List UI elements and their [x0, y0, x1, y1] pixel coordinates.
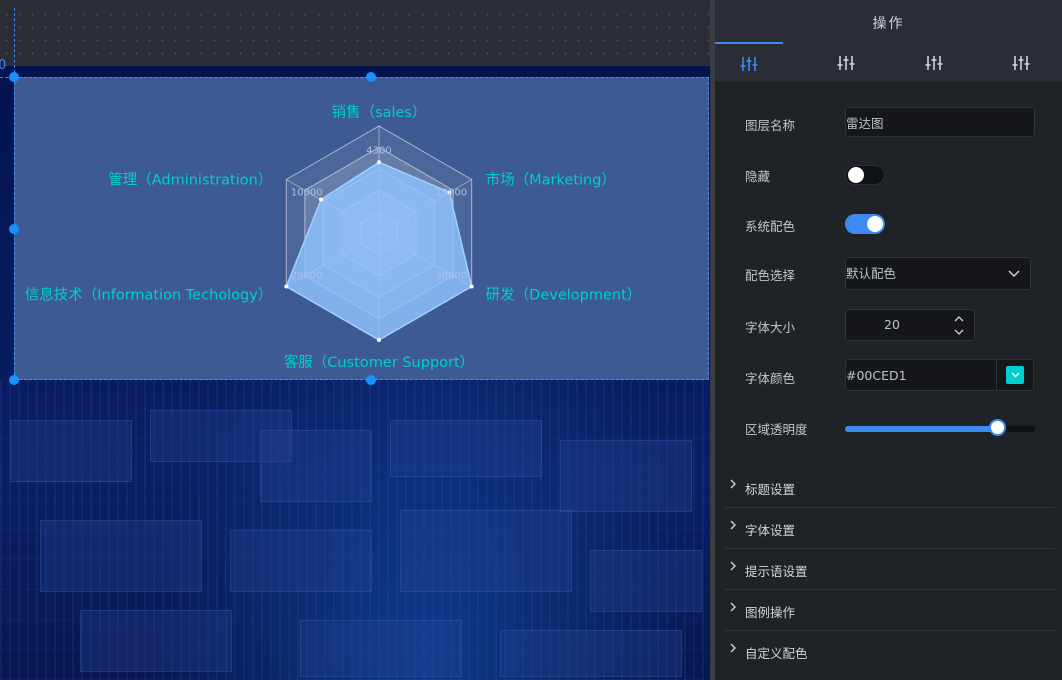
section-title-settings-label: 标题设置: [745, 482, 796, 497]
radar-chart: 4300 19000 38000 28000 10000 销售（sales） 市场（Mark…: [25, 104, 642, 371]
chevron-down-icon: [1011, 372, 1019, 378]
chevron-right-icon: [730, 602, 736, 612]
section-title-settings[interactable]: 标题设置: [725, 466, 1055, 508]
section-legend-settings[interactable]: 图例操作: [725, 589, 1055, 631]
sliders-icon: [740, 57, 758, 71]
resize-handle-top-left[interactable]: [9, 72, 19, 82]
section-legend-settings-label: 图例操作: [745, 605, 796, 620]
area-opacity-slider-fill: [845, 426, 997, 432]
radar-tick-label: 38000: [435, 271, 467, 282]
radar-tick-label: 4300: [366, 146, 391, 157]
system-color-toggle-knob: [867, 216, 883, 232]
font-size-value: 20: [884, 317, 900, 332]
radar-indicator-label: 信息技术（Information Techology）: [25, 287, 273, 304]
hide-toggle[interactable]: [845, 165, 885, 185]
resize-handle-bottom-left[interactable]: [9, 375, 19, 385]
color-scheme-select[interactable]: 默认配色: [845, 257, 1031, 290]
ruler-number: 0: [0, 58, 7, 73]
color-scheme-label: 配色选择: [745, 268, 796, 283]
section-custom-colors-label: 自定义配色: [745, 646, 808, 661]
layer-name-input[interactable]: [845, 107, 1035, 137]
font-size-stepper[interactable]: 20: [845, 309, 975, 341]
tab-4[interactable]: [987, 44, 1055, 82]
chevron-down-icon[interactable]: [954, 329, 964, 335]
font-color-label: 字体颜色: [745, 371, 796, 386]
chevron-right-icon: [730, 479, 736, 489]
radar-tick-label: 19000: [435, 187, 467, 198]
chevron-down-icon: [1008, 270, 1020, 278]
tab-2[interactable]: [812, 44, 880, 82]
hide-label: 隐藏: [745, 169, 771, 184]
font-size-label: 字体大小: [745, 320, 796, 335]
area-opacity-label: 区域透明度: [745, 422, 808, 437]
panel-tabs: [715, 42, 1062, 84]
chevron-right-icon: [730, 520, 736, 530]
tab-3[interactable]: [900, 44, 968, 82]
resize-handle-bottom-center[interactable]: [366, 375, 376, 385]
area-opacity-slider-handle[interactable]: [989, 419, 1006, 436]
editor-canvas[interactable]: 0 4300 19000 38000 28000 10000 销售（sales） 市场（Ma…: [0, 0, 710, 680]
section-tooltip-settings[interactable]: 提示语设置: [725, 548, 1055, 590]
vertical-guide-line: [14, 8, 15, 78]
radar-indicator-label: 销售（sales）: [332, 104, 427, 121]
properties-panel: 操作 图层名称 隐藏 系统配色 配色选择 默认配色 字体大小 20: [715, 0, 1062, 680]
section-font-settings[interactable]: 字体设置: [725, 507, 1055, 549]
sliders-icon: [1012, 56, 1030, 70]
color-swatch: [1006, 366, 1024, 384]
radar-indicator-label: 研发（Development）: [486, 287, 642, 304]
panel-title: 操作: [715, 0, 1062, 44]
radar-data-point: [284, 284, 289, 289]
chevron-right-icon: [730, 643, 736, 653]
radar-tick-label: 10000: [291, 187, 323, 198]
hide-toggle-knob: [848, 167, 864, 183]
sliders-icon: [837, 56, 855, 70]
chevron-right-icon: [730, 561, 736, 571]
sliders-icon: [925, 56, 943, 70]
tab-1[interactable]: [715, 42, 783, 84]
section-tooltip-settings-label: 提示语设置: [745, 564, 808, 579]
radar-indicator-label: 市场（Marketing）: [486, 172, 616, 189]
section-custom-colors[interactable]: 自定义配色: [725, 630, 1055, 671]
chevron-up-icon[interactable]: [954, 316, 964, 322]
layer-name-label: 图层名称: [745, 118, 796, 133]
resize-handle-top-center[interactable]: [366, 72, 376, 82]
area-opacity-slider[interactable]: [845, 419, 1035, 436]
radar-indicator-label: 管理（Administration）: [108, 172, 272, 189]
resize-handle-middle-left[interactable]: [9, 224, 19, 234]
radar-data-point: [377, 338, 381, 342]
font-color-input[interactable]: [845, 359, 997, 391]
radar-data-point: [469, 284, 474, 289]
system-color-label: 系统配色: [745, 219, 796, 234]
canvas-top-strip: [0, 0, 710, 8]
color-scheme-value: 默认配色: [846, 266, 897, 281]
radar-tick-label: 28000: [291, 271, 323, 282]
system-color-toggle[interactable]: [845, 214, 885, 234]
radar-data-point: [377, 160, 381, 165]
section-font-settings-label: 字体设置: [745, 523, 796, 538]
font-color-picker[interactable]: [996, 359, 1034, 391]
background-cityscape: [0, 380, 710, 680]
canvas-ruler-band: 0: [0, 8, 710, 73]
radar-indicator-label: 客服（Customer Support）: [284, 354, 474, 371]
